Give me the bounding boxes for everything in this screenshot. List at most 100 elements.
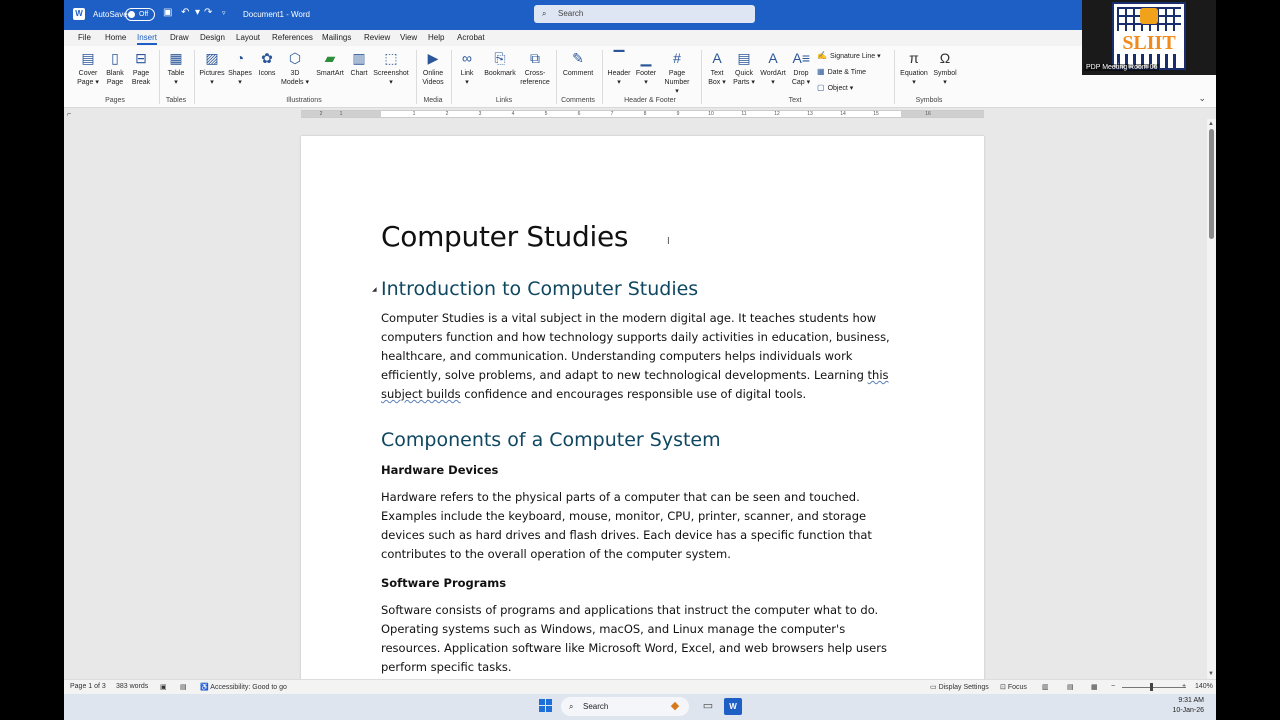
date-time-button[interactable]: ▦ Date & Time [817,67,866,76]
cross-reference-button[interactable]: ⧉ Cross-reference [520,50,550,87]
heading-components[interactable]: Components of a Computer System [381,429,721,451]
software-paragraph[interactable]: Software consists of programs and applic… [381,601,901,677]
document-heading-title[interactable]: Computer Studies [381,220,628,253]
taskbar: ⌕ Search ◆ ▭ W 9:31 AM 10-Jan-26 [64,694,1216,720]
scrollbar-thumb[interactable] [1209,129,1214,239]
text-box-button[interactable]: A Text Box ▾ [705,50,729,87]
text-predictions-icon[interactable]: ▤ [180,683,187,691]
accessibility-status[interactable]: ♿ Accessibility: Good to go [200,683,287,691]
customize-toolbar-icon[interactable]: ▿ [222,9,226,17]
search-box[interactable]: ⌕ Search [534,5,755,23]
read-mode-icon[interactable]: ▥ [1042,683,1049,691]
symbol-button[interactable]: Ω Symbol ▾ [931,50,959,87]
object-button[interactable]: ▢ Object ▾ [817,83,853,92]
label: WordArt [760,70,786,77]
document-area[interactable]: Computer Studies I ◢ Introduction to Com… [64,119,1207,679]
document-title: Document1 - Word [243,10,310,19]
collapse-ribbon-icon[interactable]: ⌄ [1198,93,1206,104]
widgets-icon[interactable]: ◆ [666,698,684,715]
heading-hardware[interactable]: Hardware Devices [381,463,498,477]
heading-introduction[interactable]: Introduction to Computer Studies [381,278,698,300]
signature-line-button[interactable]: ✍ Signature Line ▾ [817,51,881,60]
zoom-slider[interactable] [1122,687,1186,688]
web-layout-icon[interactable]: ▦ [1091,683,1098,691]
zoom-in-icon[interactable]: + [1182,683,1186,690]
pictures-button[interactable]: ▨ Pictures ▾ [198,50,226,87]
drop-cap-button[interactable]: A≡ Drop Cap ▾ [790,50,812,87]
comment-button[interactable]: ✎ Comment [560,50,596,78]
page-count[interactable]: Page 1 of 3 [70,683,106,690]
page-number-button[interactable]: # Page Number ▾ [662,50,692,96]
equation-button[interactable]: π Equation ▾ [899,50,929,87]
chart-button[interactable]: ▥ Chart [348,50,370,78]
3d-models-button[interactable]: ⬡ 3D Models ▾ [280,50,310,87]
tab-help[interactable]: Help [428,33,444,42]
quick-parts-button[interactable]: ▤ Quick Parts ▾ [731,50,757,87]
undo-icon[interactable]: ↶ [181,7,189,18]
header-button[interactable]: ▔ Header ▾ [605,50,633,87]
label: Text [710,70,724,77]
vertical-scrollbar[interactable]: ▲ ▼ [1207,119,1216,679]
scroll-up-icon[interactable]: ▲ [1208,121,1214,127]
label: Quick [735,70,753,77]
tab-acrobat[interactable]: Acrobat [457,33,485,42]
heading-software[interactable]: Software Programs [381,576,506,590]
page-break-button[interactable]: ⊟ Page Break [130,50,152,87]
icons-button[interactable]: ✿ Icons [256,50,278,78]
save-icon[interactable]: ▣ [163,7,172,18]
tab-mailings[interactable]: Mailings [322,33,351,42]
proofing-icon[interactable]: ▣ [160,683,167,691]
blank-page-button[interactable]: ▯ Blank Page [104,50,126,87]
windows-start-icon[interactable] [539,699,553,713]
file-explorer-icon[interactable]: ▭ [699,698,717,715]
intro-text-end: confidence and encourages responsible us… [460,387,807,401]
tab-references[interactable]: References [272,33,313,42]
tab-review[interactable]: Review [364,33,390,42]
ruler-number: 14 [840,111,846,117]
bookmark-button[interactable]: ⎘ Bookmark [482,50,518,78]
label: Chart [350,70,368,77]
tab-view[interactable]: View [400,33,417,42]
focus-button[interactable]: ⊡ Focus [1000,683,1027,691]
undo-dropdown-icon[interactable]: ▾ [195,7,200,18]
cover-page-button[interactable]: ▤ Cover Page ▾ [76,50,100,87]
print-layout-icon[interactable]: ▤ [1067,683,1074,691]
zoom-level[interactable]: 140% [1195,683,1213,690]
label: Header [607,70,631,77]
table-button[interactable]: ▦ Table ▾ [165,50,187,87]
tab-home[interactable]: Home [105,33,126,42]
tab-design[interactable]: Design [200,33,225,42]
display-settings-button[interactable]: ▭ Display Settings [930,683,989,691]
intro-paragraph[interactable]: Computer Studies is a vital subject in t… [381,309,901,404]
focus-icon: ⊡ [1000,684,1008,691]
screenshot-button[interactable]: ⬚ Screenshot ▾ [372,50,410,87]
date: 10-Jan-26 [1172,707,1204,714]
hardware-paragraph[interactable]: Hardware refers to the physical parts of… [381,488,901,564]
wordart-button[interactable]: A WordArt ▾ [758,50,788,87]
tab-selector-icon[interactable]: ⌐ [67,111,71,118]
tab-file[interactable]: File [78,33,91,42]
smartart-button[interactable]: ▰ SmartArt [314,50,346,78]
horizontal-ruler[interactable]: 1 2 1 2 3 4 5 6 7 8 9 10 11 12 13 14 15 … [301,110,984,118]
redo-icon[interactable]: ↷ [204,7,212,18]
zoom-out-icon[interactable]: − [1111,683,1115,690]
ruler-number: 2 [445,111,449,117]
clock[interactable]: 9:31 AM 10-Jan-26 [1172,696,1204,716]
chart-icon: ▥ [352,50,366,66]
scroll-down-icon[interactable]: ▼ [1208,671,1214,677]
document-page[interactable]: Computer Studies I ◢ Introduction to Com… [301,136,984,679]
tab-draw[interactable]: Draw [170,33,189,42]
autosave-toggle[interactable]: Off [125,8,155,21]
online-videos-button[interactable]: ▶ Online Videos [420,50,446,87]
collapse-heading-icon[interactable]: ◢ [372,286,377,293]
footer-button[interactable]: ▁ Footer ▾ [633,50,659,87]
word-count[interactable]: 383 words [116,683,148,690]
tab-layout[interactable]: Layout [236,33,260,42]
shapes-button[interactable]: ◔ Shapes ▾ [227,50,253,87]
link-button[interactable]: ∞ Link ▾ [456,50,478,87]
zoom-slider-thumb[interactable] [1150,683,1153,691]
tab-insert[interactable]: Insert [137,33,158,45]
page-break-icon: ⊟ [135,50,147,66]
word-taskbar-icon[interactable]: W [724,698,742,715]
ruler-number: 11 [741,111,747,117]
